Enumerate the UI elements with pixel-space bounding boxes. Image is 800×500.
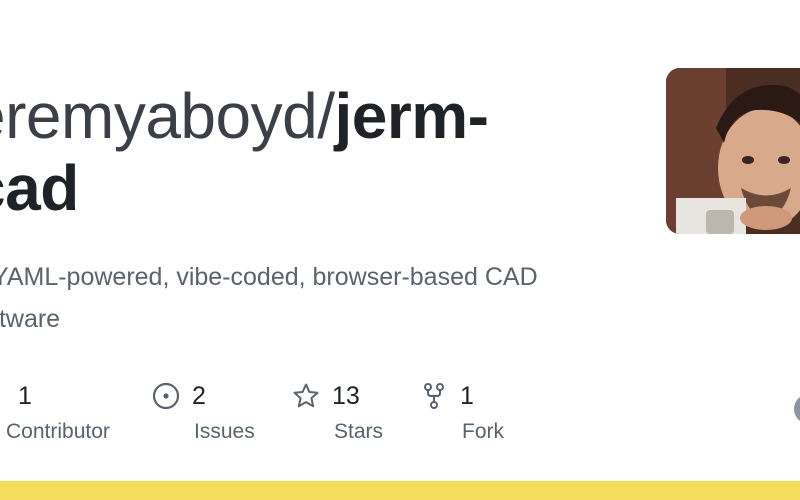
stars-label: Stars [334, 420, 384, 443]
stat-contributors[interactable]: 1 Contributor [0, 378, 110, 444]
stars-count: 13 [332, 381, 360, 410]
repo-separator: / [317, 80, 335, 152]
repo-owner[interactable]: eremyaboyd [0, 80, 318, 152]
repo-title[interactable]: eremyaboyd/jerm- cad [0, 80, 610, 224]
repo-description-text: YAML-powered, vibe-coded, browser-based … [0, 263, 538, 333]
owner-avatar[interactable] [666, 68, 800, 234]
avatar-photo [666, 68, 800, 234]
partial-avatar-icon [794, 394, 800, 424]
contributors-count: 1 [18, 381, 32, 410]
issues-count: 2 [192, 381, 206, 410]
repo-description: YAML-powered, vibe-coded, browser-based … [0, 256, 652, 340]
issues-label: Issues [194, 420, 255, 443]
star-icon [292, 382, 320, 410]
stat-issues[interactable]: 2 Issues [152, 378, 255, 444]
stat-stars[interactable]: 13 Stars [292, 378, 383, 444]
forks-label: Fork [462, 420, 504, 443]
issues-icon [152, 382, 180, 410]
contributors-label: Contributor [6, 420, 110, 443]
repo-name-line2[interactable]: cad [0, 152, 79, 224]
stat-forks[interactable]: 1 Fork [420, 378, 504, 444]
fork-icon [420, 382, 448, 410]
forks-count: 1 [460, 381, 474, 410]
language-bar [0, 481, 800, 500]
contributors-icon [0, 382, 6, 410]
repo-name-line1[interactable]: jerm- [334, 80, 489, 152]
